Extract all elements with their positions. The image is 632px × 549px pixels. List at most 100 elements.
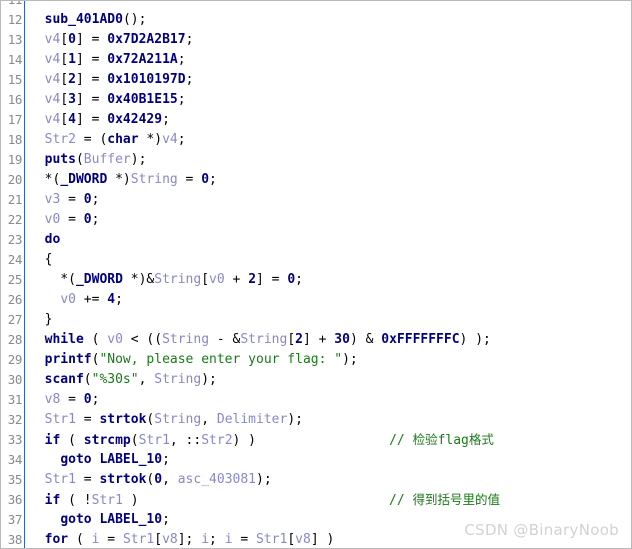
line-number: 26 (1, 290, 25, 310)
code-line[interactable]: 37 goto LABEL_10; (1, 510, 631, 530)
code-line[interactable]: 24 { (1, 250, 631, 270)
code-text[interactable]: Str1 = strtok(0, asc_403081); (25, 470, 631, 490)
code-text[interactable]: v3 = 0; (25, 190, 631, 210)
line-number: 22 (1, 210, 25, 230)
code-text[interactable]: printf("Now, please enter your flag: "); (25, 350, 631, 370)
code-text[interactable]: goto LABEL_10; (25, 510, 631, 530)
token-plain: ); (256, 472, 272, 487)
code-text[interactable]: if ( strcmp(Str1, ::Str2) ) // 检验flag格式 (25, 430, 631, 451)
token-plain: [ (154, 532, 163, 547)
token-num: 4 (68, 112, 76, 127)
code-line[interactable]: 27 } (1, 310, 631, 330)
code-text[interactable]: goto LABEL_10; (25, 450, 631, 470)
code-text[interactable]: } (25, 310, 631, 330)
token-var: Str1 (44, 412, 76, 427)
code-line[interactable]: 34 goto LABEL_10; (1, 450, 631, 470)
code-text[interactable]: { (25, 250, 631, 270)
code-text[interactable]: do (25, 230, 631, 250)
code-line[interactable]: 33 if ( strcmp(Str1, ::Str2) ) // 检验flag… (1, 430, 631, 450)
code-line[interactable]: 23 do (1, 230, 631, 250)
token-label: LABEL_10 (99, 452, 163, 467)
token-plain: ( (83, 332, 108, 347)
code-line[interactable]: 36 if ( !Str1 ) // 得到括号里的值 (1, 490, 631, 510)
token-plain: (); (122, 12, 147, 27)
token-plain: ); (342, 352, 358, 367)
code-line[interactable]: 19 puts(Buffer); (1, 150, 631, 170)
code-line[interactable]: 32 Str1 = strtok(String, Delimiter); (1, 410, 631, 430)
code-line[interactable]: 20 *(_DWORD *)String = 0; (1, 170, 631, 190)
token-num: 0xFFFFFFFC (381, 332, 460, 347)
code-line[interactable]: 25 *(_DWORD *)&String[v0 + 2] = 0; (1, 270, 631, 290)
code-line[interactable]: 31 v8 = 0; (1, 390, 631, 410)
code-line[interactable]: 35 Str1 = strtok(0, asc_403081); (1, 470, 631, 490)
token-num: 0 (83, 212, 92, 227)
code-line[interactable]: 21 v3 = 0; (1, 190, 631, 210)
code-line[interactable]: 28 while ( v0 < ((String - &String[2] + … (1, 330, 631, 350)
token-plain: - & (209, 332, 241, 347)
token-plain: ; (91, 392, 100, 407)
code-line[interactable]: 18 Str2 = (char *)v4; (1, 130, 631, 150)
token-plain: [ (201, 272, 210, 287)
code-text[interactable]: v0 += 4; (25, 290, 631, 310)
token-var: v4 (44, 72, 61, 87)
token-plain: ( (68, 532, 92, 547)
code-text[interactable]: v4[2] = 0x1010197D; (25, 70, 631, 90)
code-text[interactable]: Str1 = strtok(String, Delimiter); (25, 410, 631, 430)
token-var: v4 (162, 132, 178, 147)
code-line[interactable]: 29 printf("Now, please enter your flag: … (1, 350, 631, 370)
token-kw: _DWORD (75, 272, 123, 287)
code-line[interactable]: 30 scanf("%30s", String); (1, 370, 631, 390)
code-text[interactable]: *(_DWORD *)String = 0; (25, 170, 631, 190)
token-kw: do (44, 232, 61, 247)
code-text[interactable]: while ( v0 < ((String - &String[2] + 30)… (25, 330, 631, 350)
token-num: 0x7D2A2B17 (107, 32, 186, 47)
token-plain: = (232, 532, 257, 547)
code-text[interactable]: v4[0] = 0x7D2A2B17; (25, 30, 631, 50)
code-text[interactable]: puts(Buffer); (25, 150, 631, 170)
token-kw: if (44, 433, 61, 448)
code-line[interactable]: 22 v0 = 0; (1, 210, 631, 230)
code-text[interactable]: v4[1] = 0x72A211A; (25, 50, 631, 70)
code-text[interactable]: v4[4] = 0x42429; (25, 110, 631, 130)
code-line[interactable]: 16 v4[3] = 0x40B1E15; (1, 90, 631, 110)
code-text[interactable]: for ( i = Str1[v8]; i; i = Str1[v8] ) (25, 530, 631, 548)
token-plain: ) ) (232, 433, 257, 448)
token-plain: ( (83, 372, 92, 387)
code-text[interactable]: v4[3] = 0x40B1E15; (25, 90, 631, 110)
token-plain: ; (209, 172, 217, 187)
code-text[interactable]: if ( !Str1 ) // 得到括号里的值 (25, 490, 631, 511)
token-plain: [ (60, 52, 69, 67)
code-line[interactable]: 26 v0 += 4; (1, 290, 631, 310)
code-line[interactable]: 11 (1, 1, 631, 10)
code-text[interactable]: v8 = 0; (25, 390, 631, 410)
code-text[interactable]: sub_401AD0(); (25, 10, 631, 30)
token-plain: ; (162, 452, 170, 467)
token-plain: ] = (75, 52, 108, 67)
line-number: 13 (1, 30, 25, 50)
code-line[interactable]: 15 v4[2] = 0x1010197D; (1, 70, 631, 90)
code-text[interactable]: *(_DWORD *)&String[v0 + 2] = 0; (25, 270, 631, 290)
token-plain: ; (91, 192, 100, 207)
code-line[interactable]: 13 v4[0] = 0x7D2A2B17; (1, 30, 631, 50)
token-plain: + (224, 272, 249, 287)
line-number: 30 (1, 370, 25, 390)
line-number: 38 (1, 530, 25, 548)
code-text[interactable]: scanf("%30s", String); (25, 370, 631, 390)
code-line[interactable]: 17 v4[4] = 0x42429; (1, 110, 631, 130)
token-plain: ); (287, 412, 303, 427)
pseudocode-view[interactable]: 1112 sub_401AD0();13 v4[0] = 0x7D2A2B17;… (0, 0, 632, 549)
token-var: v4 (44, 92, 61, 107)
code-line[interactable]: 14 v4[1] = 0x72A211A; (1, 50, 631, 70)
code-text[interactable]: v0 = 0; (25, 210, 631, 230)
line-number: 15 (1, 70, 25, 90)
code-line[interactable]: 12 sub_401AD0(); (1, 10, 631, 30)
line-number: 34 (1, 450, 25, 470)
code-line[interactable]: 38 for ( i = Str1[v8]; i; i = Str1[v8] ) (1, 530, 631, 548)
code-text[interactable]: Str2 = (char *)v4; (25, 130, 631, 150)
token-var: i (224, 532, 233, 547)
token-num: 2 (295, 332, 303, 347)
